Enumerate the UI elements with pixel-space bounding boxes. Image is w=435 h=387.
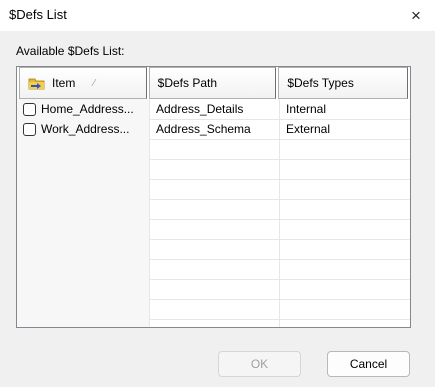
column-header-defs-path[interactable]: $Defs Path bbox=[148, 67, 277, 99]
column-header-defs-types[interactable]: $Defs Types bbox=[278, 67, 408, 99]
row-checkbox[interactable] bbox=[23, 102, 36, 116]
item-name: Home_Address... bbox=[41, 102, 134, 116]
grid-line bbox=[149, 239, 410, 240]
grid-line bbox=[149, 259, 410, 260]
row-checkbox[interactable] bbox=[23, 122, 36, 136]
grid-line bbox=[149, 199, 410, 200]
item-cell: Home_Address... bbox=[17, 102, 149, 116]
grid-line bbox=[149, 279, 410, 280]
column-label-defs-types: $Defs Types bbox=[287, 76, 354, 90]
defs-type-cell: Internal bbox=[286, 102, 327, 116]
list-caption: Available $Defs List: bbox=[16, 44, 125, 58]
window-title: $Defs List bbox=[9, 7, 67, 22]
sort-indicator-icon: ⁄ bbox=[93, 77, 96, 89]
defs-path-cell: Address_Schema bbox=[156, 122, 251, 136]
defs-type-cell: External bbox=[286, 122, 331, 136]
column-label-defs-path: $Defs Path bbox=[157, 76, 218, 90]
item-name: Work_Address... bbox=[41, 122, 130, 136]
title-bar: $Defs List × bbox=[0, 0, 435, 31]
table-row[interactable]: Work_Address... Address_Schema External bbox=[17, 119, 410, 139]
list-body: Home_Address... Address_Details Internal… bbox=[17, 99, 410, 327]
list-header: Item ⁄ $Defs Path $Defs Types bbox=[17, 67, 410, 99]
grid-line bbox=[149, 179, 410, 180]
cancel-button[interactable]: Cancel bbox=[327, 351, 410, 377]
grid-line bbox=[149, 159, 410, 160]
folder-arrow-icon bbox=[28, 75, 46, 91]
grid-line bbox=[149, 219, 410, 220]
grid-line bbox=[149, 319, 410, 320]
defs-list-view[interactable]: Item ⁄ $Defs Path $Defs Types Home_Addre… bbox=[16, 66, 411, 328]
close-button[interactable]: × bbox=[397, 0, 435, 31]
column-header-item[interactable]: Item ⁄ bbox=[19, 67, 147, 99]
item-cell: Work_Address... bbox=[17, 122, 149, 136]
table-row[interactable]: Home_Address... Address_Details Internal bbox=[17, 99, 410, 119]
column-label-item: Item bbox=[52, 76, 76, 90]
grid-line bbox=[149, 139, 410, 140]
grid-line bbox=[149, 299, 410, 300]
ok-button[interactable]: OK bbox=[218, 351, 301, 377]
defs-path-cell: Address_Details bbox=[156, 102, 244, 116]
